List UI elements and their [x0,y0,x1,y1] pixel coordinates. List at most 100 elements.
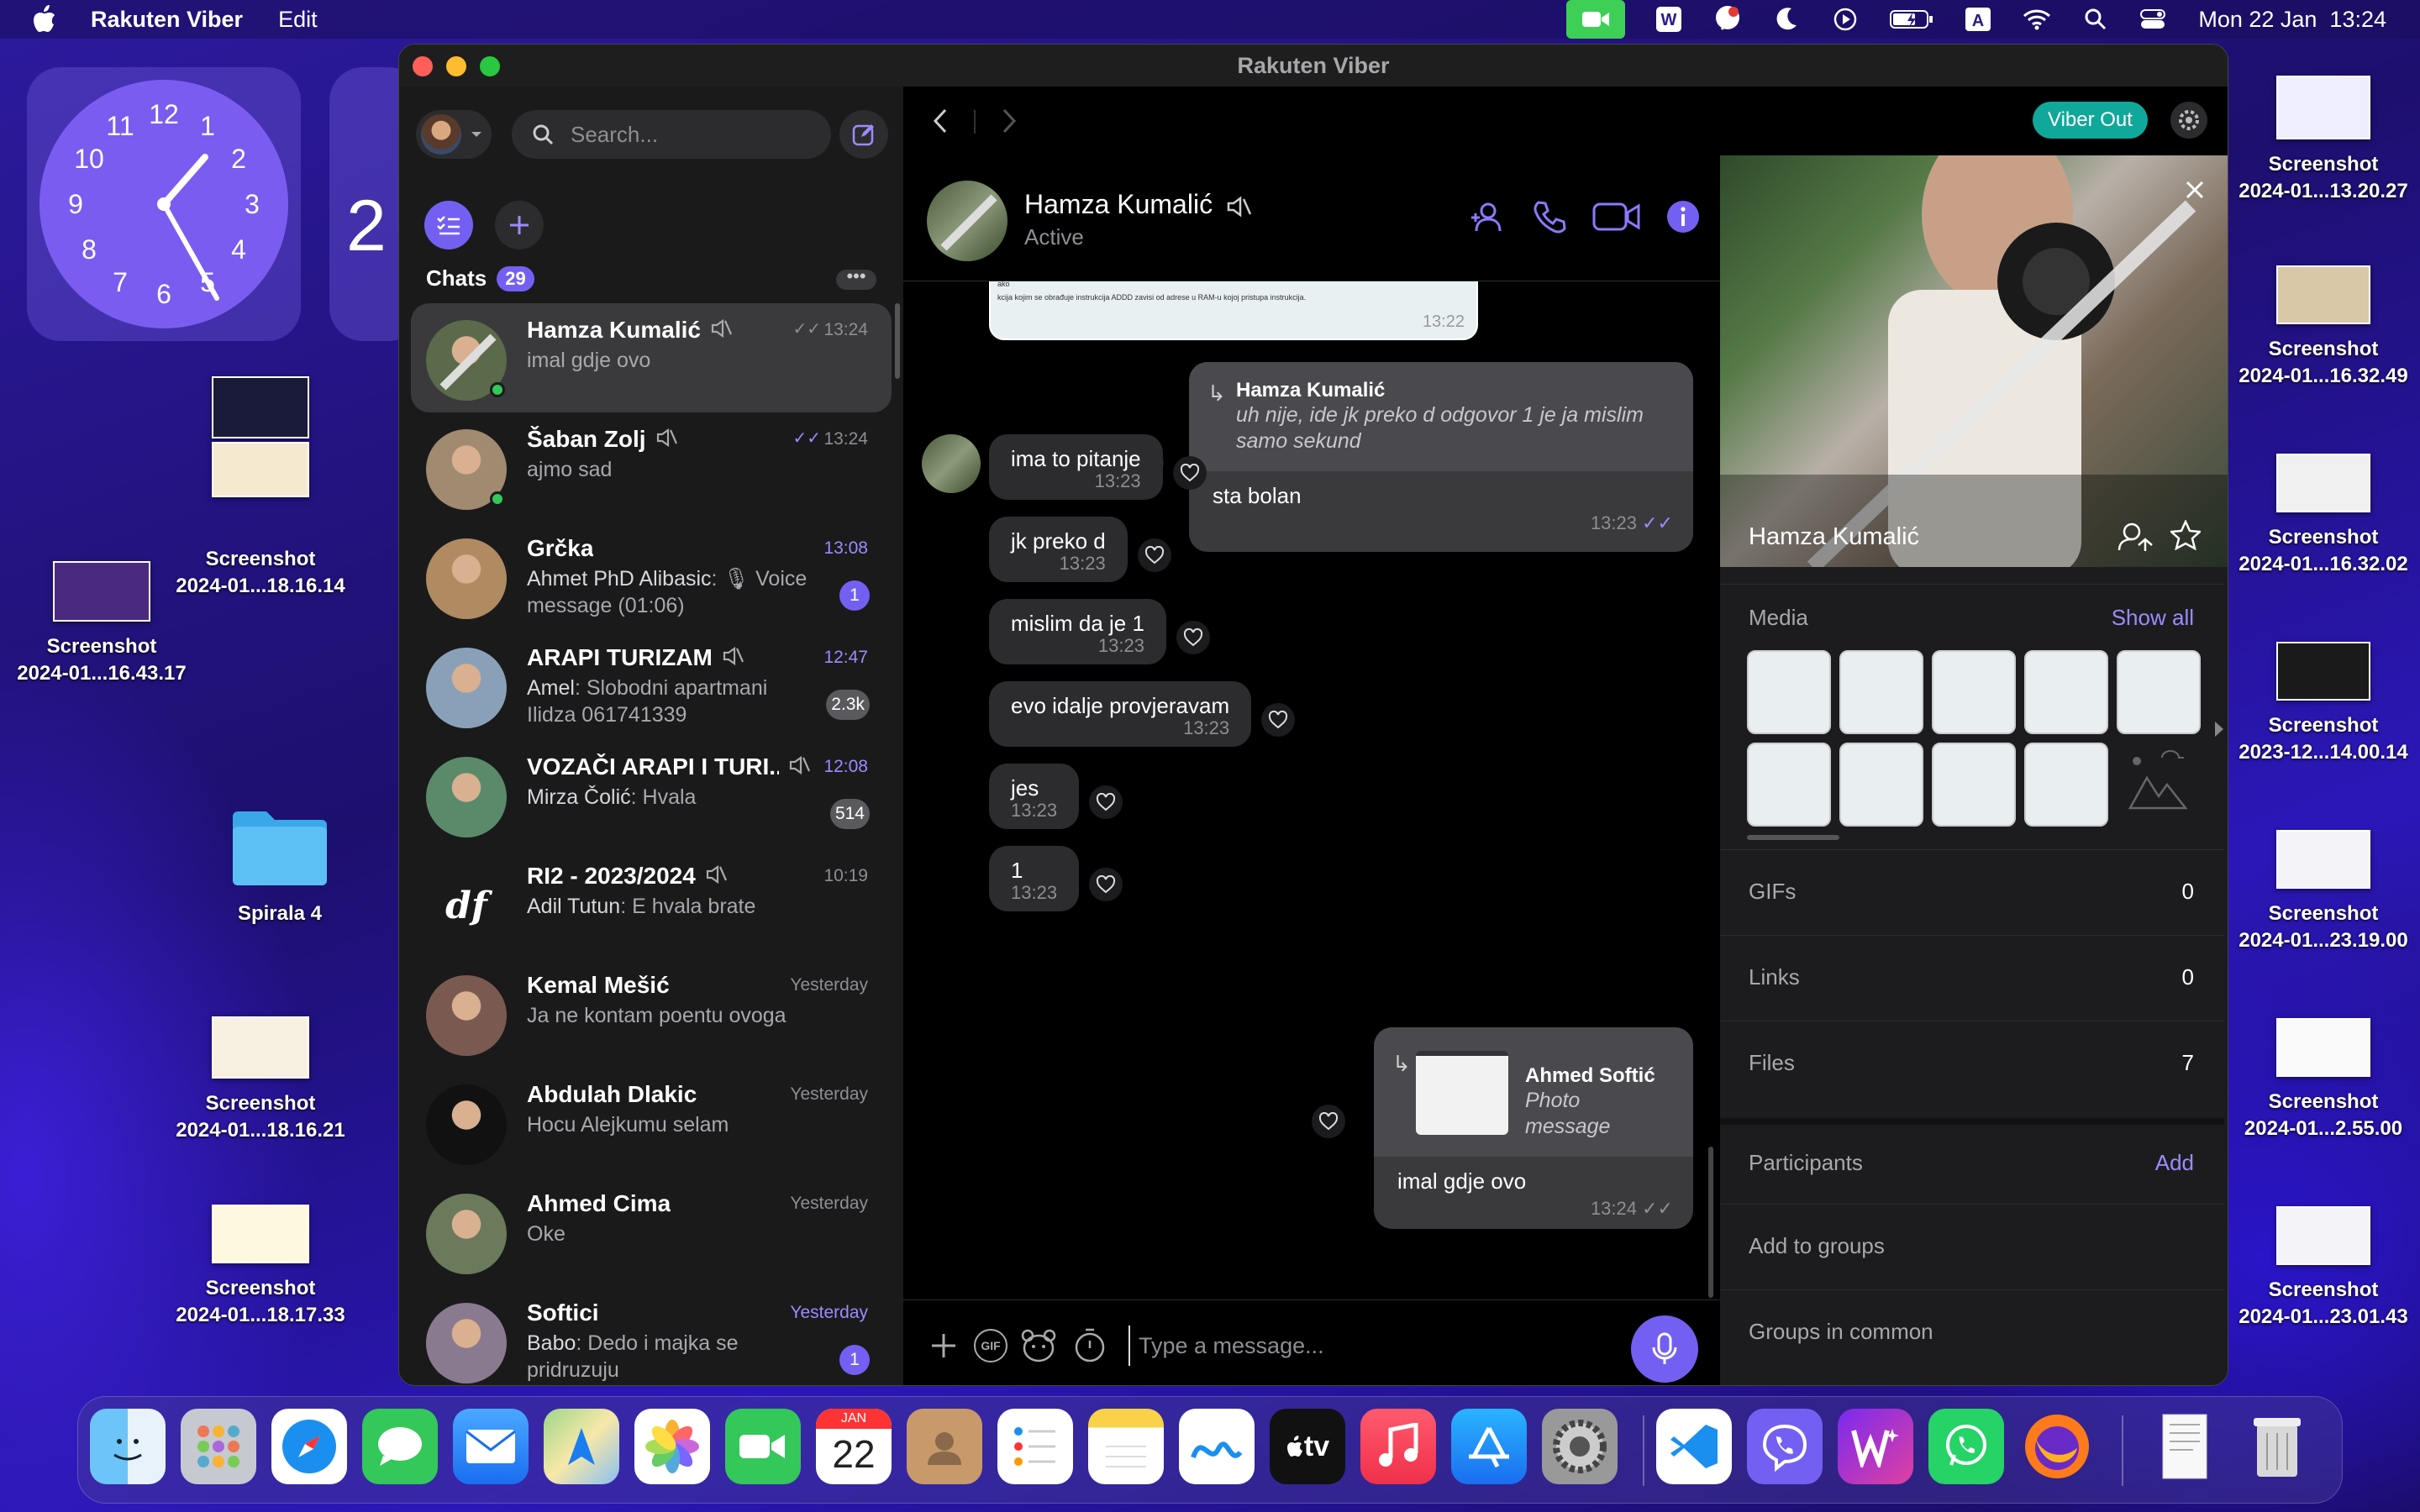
edit-menu[interactable]: Edit [278,7,318,33]
phone-call-icon[interactable] [1532,199,1567,234]
incoming-message[interactable]: 1 13:23 [989,846,1080,911]
contact-avatar[interactable] [927,181,1007,261]
chat-list-item[interactable]: ARAPI TURIZAM 12:47 Amel: Slobodni apartma… [411,631,892,740]
viber-status-icon[interactable] [1712,6,1743,32]
files-row[interactable]: Files 7 [1720,1021,2224,1113]
app-store-icon[interactable] [1451,1409,1527,1484]
chat-list-item[interactable]: df RI2 - 2023/2024 10:19 Adil Tutun: E hval… [411,849,892,958]
chat-filter-button[interactable] [424,201,473,249]
desktop-screenshot-r3[interactable]: Screenshot 2024-01...16.32.02 [2227,454,2420,578]
desktop-screenshot-r6[interactable]: Screenshot 2024-01...2.55.00 [2227,1018,2420,1142]
back-arrow-icon[interactable] [929,107,954,135]
add-participant-icon[interactable] [1470,201,1507,233]
desktop-screenshot-r5[interactable]: Screenshot 2024-01...23.19.00 [2227,830,2420,954]
control-center-icon[interactable] [2139,7,2170,32]
gifs-row[interactable]: GIFs 0 [1720,849,2224,933]
finder-icon[interactable] [90,1409,166,1484]
media-thumbnail[interactable] [1747,743,1831,827]
search-input[interactable]: Search... [512,110,831,159]
message-scrollbar[interactable] [1708,1147,1713,1298]
timer-icon[interactable] [1073,1327,1107,1362]
plus-icon[interactable] [929,1331,959,1361]
chat-list-item[interactable]: Šaban Zolj ✓✓ 13:24 ajmo sad [411,412,892,522]
like-heart-icon[interactable] [1089,868,1123,901]
facetime-icon[interactable] [725,1409,801,1484]
sticker-bear-icon[interactable] [1021,1329,1056,1362]
chats-more-button[interactable]: ••• [836,267,876,290]
share-contact-icon[interactable] [2117,520,2154,554]
incoming-message[interactable]: mislim da je 1 13:23 [989,599,1166,664]
like-heart-icon[interactable] [1173,456,1207,490]
profile-switcher[interactable] [416,110,492,159]
image-message[interactable]: ... ako kcija kojim se obrađuje instrukc… [989,281,1478,340]
new-chat-button[interactable] [495,201,544,249]
chat-list-item[interactable]: VOZAČI ARAPI I TURI... 12:08 Mirza Čolić: … [411,740,892,849]
like-heart-icon[interactable] [1312,1105,1345,1138]
close-window-button[interactable] [413,56,433,76]
media-thumbnail[interactable] [1932,650,2016,734]
word-icon[interactable]: W [1654,7,1684,32]
outgoing-message[interactable]: ↳ Ahmed Softić Photo message imal gdje o… [1374,1027,1693,1229]
media-thumbnail[interactable] [2024,650,2108,734]
launchpad-icon[interactable] [181,1409,256,1484]
wifi-icon[interactable] [2022,7,2052,32]
settings-button[interactable] [2170,102,2207,139]
contact-name[interactable]: Hamza Kumalić [1024,189,1252,220]
chevron-right-icon[interactable] [2212,719,2226,739]
desktop-screenshot-4[interactable]: Screenshot 2024-01...18.16.21 [160,1016,361,1144]
forward-arrow-icon[interactable] [996,107,1021,135]
like-heart-icon[interactable] [1089,785,1123,819]
contacts-icon[interactable] [907,1409,982,1484]
sender-avatar[interactable] [922,434,981,493]
media-thumbnail[interactable] [1932,743,2016,827]
maps-icon[interactable] [544,1409,619,1484]
close-icon[interactable] [2186,181,2204,199]
media-scrollbar[interactable] [1747,835,1839,840]
incoming-message[interactable]: evo idalje provjeravam 13:23 [989,681,1252,747]
mail-icon[interactable] [453,1409,529,1484]
media-thumbnail[interactable] [2117,650,2201,734]
add-to-groups-row[interactable]: Add to groups [1720,1204,2224,1288]
freeform-icon[interactable] [1179,1409,1255,1484]
desktop-screenshot-r2[interactable]: Screenshot 2024-01...16.32.49 [2227,265,2420,390]
vscode-icon[interactable] [1656,1409,1732,1484]
viber-out-button[interactable]: Viber Out [2033,102,2148,139]
media-thumbnail[interactable] [1747,650,1831,734]
wordsapp-icon[interactable] [1838,1409,1913,1484]
photos-icon[interactable] [634,1409,710,1484]
safari-icon[interactable] [271,1409,347,1484]
links-row[interactable]: Links 0 [1720,935,2224,1019]
reminders-icon[interactable] [997,1409,1073,1484]
desktop-screenshot-5[interactable]: Screenshot 2024-01...18.17.33 [160,1205,361,1329]
like-heart-icon[interactable] [1138,538,1171,572]
quoted-photo-message[interactable]: ↳ Ahmed Softić Photo message [1374,1027,1693,1157]
play-circle-icon[interactable] [1830,7,1860,32]
zoom-window-button[interactable] [480,56,500,76]
desktop-screenshot-1[interactable] [160,376,361,509]
chat-list-item[interactable]: Grčka 13:08 Ahmet PhD Alibasic: 🎙 Voice me… [411,522,892,631]
chat-list-item[interactable]: Softici Yesterday Babo: Dedo i majka se pr… [411,1286,892,1385]
facetime-status-icon[interactable] [1566,0,1626,39]
chat-list-item[interactable]: Kemal Mešić Yesterday Ja ne kontam poentu … [411,958,892,1068]
incoming-message[interactable]: jk preko d 13:23 [989,517,1128,582]
chat-list-item[interactable]: Abdulah Dlakic Yesterday Hocu Alejkumu sel… [411,1068,892,1177]
video-call-icon[interactable] [1592,201,1641,233]
info-icon[interactable] [1666,200,1700,234]
add-participant-link[interactable]: Add [2155,1150,2194,1176]
app-menu-name[interactable]: Rakuten Viber [91,7,243,33]
voice-record-button[interactable] [1631,1315,1698,1383]
apple-tv-icon[interactable]: tv [1270,1409,1345,1484]
whatsapp-icon[interactable] [1928,1409,2004,1484]
contact-photo[interactable]: Hamza Kumalić [1720,155,2228,567]
gif-button[interactable]: GIF [974,1329,1007,1362]
minimize-window-button[interactable] [446,56,466,76]
incoming-message[interactable]: ima to pitanje 13:23 [989,434,1163,500]
compose-button[interactable] [839,110,888,159]
outgoing-message[interactable]: ↳ Hamza Kumalić uh nije, ide jk preko d … [1189,362,1693,552]
like-heart-icon[interactable] [1176,621,1210,654]
chat-list-item[interactable]: Hamza Kumalić ✓✓ 13:24 imal gdje ovo [411,303,892,412]
show-all-link[interactable]: Show all [2112,605,2194,631]
trash-icon[interactable] [2239,1409,2315,1484]
system-settings-icon[interactable] [1542,1409,1618,1484]
quoted-message[interactable]: ↳ Hamza Kumalić uh nije, ide jk preko d … [1189,362,1693,471]
